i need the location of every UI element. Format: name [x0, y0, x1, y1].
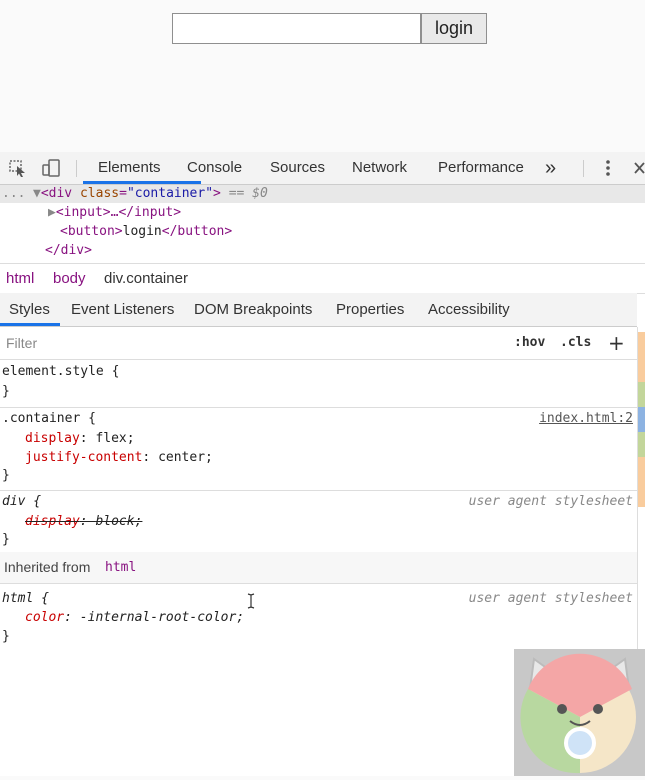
device-toolbar-icon[interactable] — [41, 158, 61, 178]
hov-toggle[interactable]: :hov — [514, 327, 545, 359]
box-model-margin-cell — [638, 482, 645, 507]
breadcrumb: html body div.container — [0, 263, 645, 294]
rule-selector: html { — [2, 591, 49, 606]
sidebar-tabs: Styles Event Listeners DOM Breakpoints P… — [0, 293, 637, 327]
tab-dom-breakpoints[interactable]: DOM Breakpoints — [194, 293, 312, 326]
tab-elements[interactable]: Elements — [98, 152, 161, 184]
css-property-justify-content[interactable]: justify-content: center; — [25, 448, 213, 467]
new-style-rule-icon[interactable]: + — [608, 327, 625, 359]
filter-input[interactable]: Filter — [6, 327, 37, 359]
dom-node-div-container[interactable]: ▼<div class="container"> == $0 — [33, 185, 268, 203]
dollar-zero-marker: == $0 — [228, 186, 268, 201]
more-tabs-icon[interactable]: » — [545, 152, 556, 184]
watermark-logo — [514, 649, 645, 776]
login-input[interactable] — [172, 13, 421, 44]
box-model-padding-cell — [638, 382, 645, 407]
text-cursor-icon — [246, 593, 256, 613]
rule-close-brace: } — [2, 384, 10, 399]
breadcrumb-html[interactable]: html — [6, 264, 34, 293]
dom-node-ellipsis[interactable]: ... — [2, 185, 25, 203]
styles-filter-bar: Filter :hov .cls + — [0, 327, 637, 360]
cls-toggle[interactable]: .cls — [560, 327, 591, 359]
page-viewport: login — [0, 0, 645, 152]
rule-div-user-agent: div { user agent stylesheet display: blo… — [0, 491, 637, 553]
inherited-label: Inherited from — [4, 559, 91, 575]
tab-accessibility[interactable]: Accessibility — [428, 293, 510, 326]
css-property-overridden: display: block; — [25, 514, 143, 529]
inherited-section-header: Inherited from html — [0, 552, 637, 584]
inherited-from-link[interactable]: html — [105, 552, 136, 583]
rule-source-link[interactable]: index.html:2 — [539, 409, 633, 428]
toolbar-separator — [76, 160, 77, 177]
active-subtab-indicator — [0, 323, 60, 326]
tab-event-listeners[interactable]: Event Listeners — [71, 293, 174, 326]
dom-node-button[interactable]: <button>login</button> — [60, 223, 232, 241]
devtools-toolbar: Elements Console Sources Network Perform… — [0, 152, 645, 185]
box-model-content-cell — [638, 407, 645, 432]
tab-console[interactable]: Console — [187, 152, 242, 184]
tab-styles[interactable]: Styles — [9, 293, 50, 326]
close-icon[interactable] — [630, 158, 645, 178]
breadcrumb-body[interactable]: body — [53, 264, 86, 293]
rule-element-style: element.style { } — [0, 360, 637, 408]
rule-selector[interactable]: .container { — [2, 409, 96, 428]
inspect-element-icon[interactable] — [8, 158, 28, 178]
login-button[interactable]: login — [421, 13, 487, 44]
tab-network[interactable]: Network — [352, 152, 407, 184]
tab-properties[interactable]: Properties — [336, 293, 404, 326]
box-model-margin-cell — [638, 332, 645, 357]
breadcrumb-div-container[interactable]: div.container — [104, 264, 188, 293]
rule-close-brace: } — [2, 629, 10, 644]
box-model-margin-cell — [638, 457, 645, 482]
rule-source-label: user agent stylesheet — [468, 591, 633, 606]
expand-triangle-icon[interactable]: ▶ — [48, 205, 56, 220]
dom-node-input[interactable]: ▶<input>…</input> — [48, 204, 181, 222]
active-tab-indicator — [83, 181, 201, 184]
css-property-color: color: -internal-root-color; — [25, 610, 245, 625]
rule-source-label: user agent stylesheet — [468, 494, 633, 509]
css-property-display[interactable]: display: flex; — [25, 429, 135, 448]
box-model-padding-cell — [638, 432, 645, 457]
rule-close-brace: } — [2, 468, 10, 483]
dom-tree: ... ▼<div class="container"> == $0 ▶<inp… — [0, 185, 645, 263]
devtools-panel: Elements Console Sources Network Perform… — [0, 152, 645, 776]
tab-performance[interactable]: Performance — [438, 152, 524, 184]
tab-sources[interactable]: Sources — [270, 152, 325, 184]
box-model-margin-cell — [638, 357, 645, 382]
rule-close-brace: } — [2, 532, 10, 547]
dom-node-div-close[interactable]: </div> — [45, 242, 92, 260]
collapse-triangle-icon[interactable]: ▼ — [33, 186, 41, 201]
rule-container: .container { index.html:2 display: flex;… — [0, 408, 637, 491]
rule-selector[interactable]: element.style { — [2, 362, 119, 381]
rule-html-user-agent: html { user agent stylesheet color: -int… — [0, 584, 637, 644]
rule-selector: div { — [2, 494, 42, 509]
toolbar-separator — [583, 160, 584, 177]
kebab-menu-icon[interactable] — [598, 158, 618, 178]
